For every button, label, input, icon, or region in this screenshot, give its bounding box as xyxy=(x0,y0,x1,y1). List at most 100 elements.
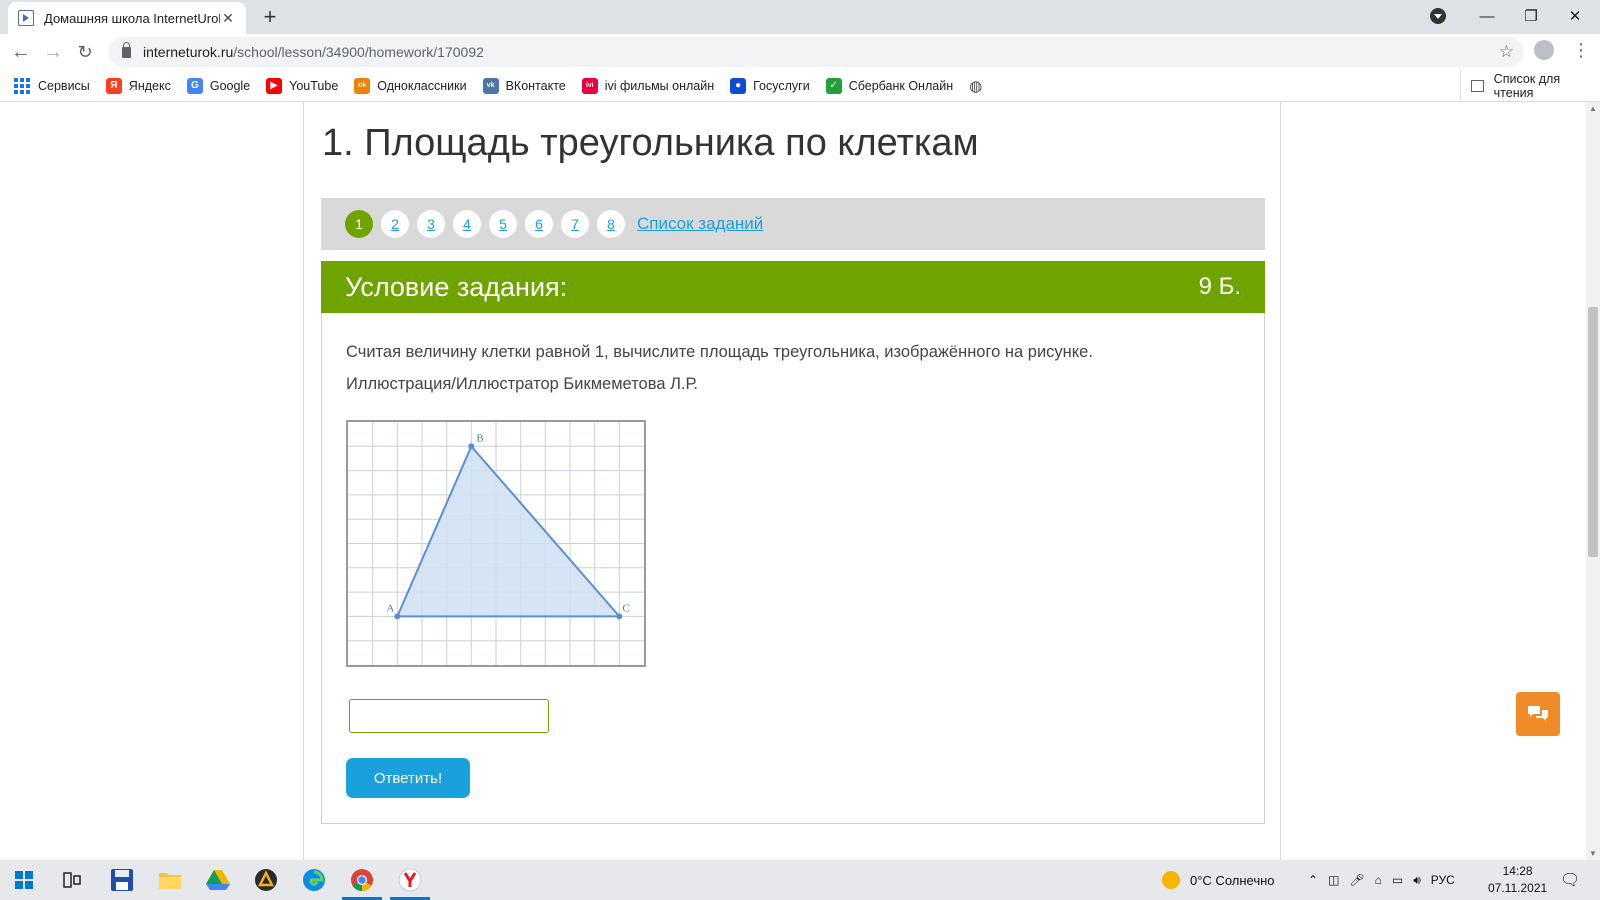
weather-widget[interactable]: 0°C Солнечно xyxy=(1162,860,1275,900)
url-path: /school/lesson/34900/homework/170092 xyxy=(233,44,484,60)
answer-input[interactable] xyxy=(349,699,549,733)
profile-avatar-icon[interactable] xyxy=(1534,40,1554,60)
clock-date: 07.11.2021 xyxy=(1488,881,1548,895)
restore-button[interactable]: ❐ xyxy=(1508,0,1554,32)
vertex-label-a: A xyxy=(386,602,394,614)
bookmark-ivi[interactable]: ivi ivi фильмы онлайн xyxy=(581,77,715,94)
submit-answer-button[interactable]: Ответить! xyxy=(346,758,470,798)
scroll-down-icon[interactable]: ▼ xyxy=(1589,849,1597,858)
chrome-icon[interactable] xyxy=(338,860,386,900)
chevron-up-icon[interactable]: ⌃ xyxy=(1308,873,1318,887)
vertex-label-c: C xyxy=(622,602,629,614)
odnoklassniki-icon: ok xyxy=(354,77,371,94)
browser-tab[interactable]: Домашняя школа InternetUrok.r ✕ xyxy=(8,2,246,34)
chat-bubbles-icon xyxy=(1528,706,1548,721)
google-drive-icon[interactable] xyxy=(194,860,242,900)
address-bar[interactable]: interneturok.ru/school/lesson/34900/home… xyxy=(108,37,1524,67)
bookmark-youtube[interactable]: ▶ YouTube xyxy=(266,77,339,94)
display-icon[interactable]: ▭ xyxy=(1392,873,1403,887)
url-host: interneturok.ru xyxy=(143,44,234,60)
illustration-credit: Иллюстрация/Иллюстратор Бикмеметова Л.Р. xyxy=(346,375,698,393)
meet-now-icon[interactable]: ◫ xyxy=(1328,873,1339,887)
clock-time: 14:28 xyxy=(1502,864,1533,878)
network-icon[interactable]: ⌂ xyxy=(1375,873,1382,887)
close-window-button[interactable]: ✕ xyxy=(1552,0,1598,32)
yandex-icon: Я xyxy=(105,77,122,94)
sun-icon xyxy=(1162,871,1180,889)
bookmark-google[interactable]: G Google xyxy=(186,77,251,94)
bookmark-label: Google xyxy=(209,78,251,93)
task-number-5[interactable]: 5 xyxy=(489,210,517,238)
back-arrow-icon[interactable]: ← xyxy=(8,40,34,64)
content-column: 1. Площадь треугольника по клеткам 12345… xyxy=(303,102,1281,860)
task-number-8[interactable]: 8 xyxy=(597,210,625,238)
bookmark-label: YouTube xyxy=(289,78,339,93)
task-view-icon[interactable] xyxy=(48,860,96,900)
windows-start-icon[interactable] xyxy=(0,860,48,900)
browser-toolbar: ← → ↻ interneturok.ru/school/lesson/3490… xyxy=(0,34,1600,70)
google-icon: G xyxy=(186,77,203,94)
microphone-icon[interactable]: 🎤︎ xyxy=(1349,873,1364,887)
tab-strip: Домашняя школа InternetUrok.r ✕ + — ❐ ✕ xyxy=(0,0,1600,34)
youtube-icon: ▶ xyxy=(266,77,283,94)
minimize-button[interactable]: — xyxy=(1464,0,1510,32)
reload-icon[interactable]: ↻ xyxy=(72,40,98,64)
task-score: 9 Б. xyxy=(1198,273,1241,300)
globe-icon[interactable]: ◍ xyxy=(969,77,982,95)
triangle-figure: A B C xyxy=(346,420,646,667)
task-number-7[interactable]: 7 xyxy=(561,210,589,238)
close-tab-icon[interactable]: ✕ xyxy=(220,10,236,27)
new-tab-button[interactable]: + xyxy=(258,4,282,30)
task-number-3[interactable]: 3 xyxy=(417,210,445,238)
bookmark-yandex[interactable]: Я Яндекс xyxy=(105,77,171,94)
lock-icon[interactable] xyxy=(122,41,131,58)
menu-kebab-icon[interactable]: ⋮ xyxy=(1572,40,1590,61)
bookmark-apps[interactable]: Сервисы xyxy=(14,77,90,94)
gosuslugi-icon: ● xyxy=(730,77,747,94)
bookmark-label: Сервисы xyxy=(38,78,90,93)
bookmark-gosuslugi[interactable]: ● Госуслуги xyxy=(730,77,810,94)
scrollbar-thumb[interactable] xyxy=(1588,307,1598,557)
file-explorer-icon[interactable] xyxy=(146,860,194,900)
bookmark-label: ВКонтакте xyxy=(505,78,566,93)
forward-arrow-icon[interactable]: → xyxy=(40,40,66,64)
reading-list-button[interactable]: Список для чтения xyxy=(1460,70,1600,101)
volume-icon[interactable]: 🔊︎ xyxy=(1413,873,1421,888)
task-navigation: 1 2 3 4 5 6 7 8 Список заданий xyxy=(321,198,1265,250)
page-scrollbar[interactable]: ▲ ▼ xyxy=(1586,102,1600,860)
notifications-icon[interactable]: 🗨︎ xyxy=(1560,860,1580,900)
task-number-2[interactable]: 2 xyxy=(381,210,409,238)
bookmark-sberbank[interactable]: ✓ Сбербанк Онлайн xyxy=(825,77,953,94)
task-list-link[interactable]: Список заданий xyxy=(637,214,763,234)
lesson-title: 1. Площадь треугольника по клеткам xyxy=(322,122,979,164)
scroll-up-icon[interactable]: ▲ xyxy=(1589,104,1597,113)
yandex-browser-icon[interactable] xyxy=(386,860,434,900)
chat-button[interactable] xyxy=(1516,692,1560,736)
bookmark-odnoklassniki[interactable]: ok Одноклассники xyxy=(354,77,467,94)
edge-browser-icon[interactable] xyxy=(290,860,338,900)
tab-search-icon[interactable] xyxy=(1430,8,1446,24)
triangle-grid-svg: A B C xyxy=(348,422,644,665)
task-header: Условие задания: 9 Б. xyxy=(321,261,1265,313)
bookmark-star-icon[interactable]: ☆ xyxy=(1499,42,1514,62)
vertex-label-b: B xyxy=(476,432,483,444)
page-viewport: 1. Площадь треугольника по клеткам 12345… xyxy=(0,102,1586,860)
triangle-abc xyxy=(395,444,622,618)
task-number-6[interactable]: 6 xyxy=(525,210,553,238)
system-tray: ⌃ ◫ 🎤︎ ⌂ ▭ 🔊︎ РУС xyxy=(1308,860,1455,900)
ivi-icon: ivi xyxy=(581,77,598,94)
task-condition-heading: Условие задания: xyxy=(345,271,568,302)
task-number-4[interactable]: 4 xyxy=(453,210,481,238)
bookmark-label: Одноклассники xyxy=(377,78,467,93)
app-triangle-icon[interactable] xyxy=(242,860,290,900)
system-clock[interactable]: 14:28 07.11.2021 xyxy=(1488,863,1547,897)
save-disk-icon[interactable] xyxy=(98,860,146,900)
bookmark-vk[interactable]: vk ВКонтакте xyxy=(482,77,566,94)
task-number-1[interactable]: 1 xyxy=(345,210,373,238)
language-indicator[interactable]: РУС xyxy=(1431,873,1455,887)
bookmark-label: ivi фильмы онлайн xyxy=(604,78,715,93)
reading-list-label: Список для чтения xyxy=(1493,71,1561,100)
weather-text: 0°C Солнечно xyxy=(1190,872,1275,888)
bookmarks-bar: Сервисы Я Яндекс G Google ▶ YouTube ok Однокласс… xyxy=(0,70,1600,102)
site-favicon-icon xyxy=(18,10,34,26)
